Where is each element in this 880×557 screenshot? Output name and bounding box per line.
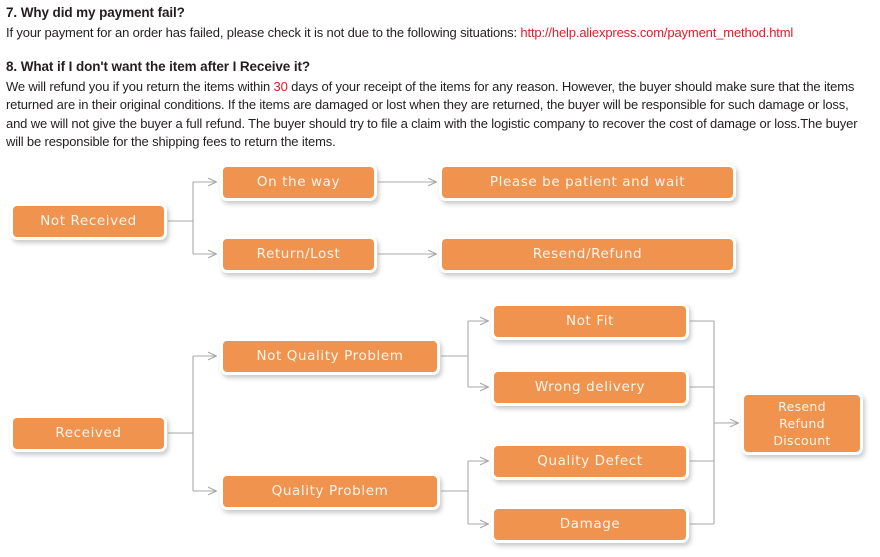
faq-answer-8-days-highlight: 30 [273, 78, 288, 94]
faq-item-7: 7. Why did my payment fail? If your paym… [6, 4, 862, 43]
node-quality-defect[interactable]: Quality Defect [491, 443, 689, 480]
faq-answer-8: We will refund you if you return the ite… [6, 78, 862, 152]
node-not-fit[interactable]: Not Fit [491, 303, 689, 340]
faq-answer-7-text: If your payment for an order has failed,… [6, 25, 521, 40]
node-damage[interactable]: Damage [491, 506, 689, 543]
faq-answer-8-part1: We will refund you if you return the ite… [6, 78, 274, 94]
node-resend-refund[interactable]: Resend/Refund [439, 236, 736, 273]
node-quality-problem[interactable]: Quality Problem [220, 473, 440, 510]
node-not-received[interactable]: Not Received [10, 203, 167, 240]
faq-question-7-heading: 7. Why did my payment fail? [6, 5, 185, 20]
node-return-lost[interactable]: Return/Lost [220, 236, 377, 273]
node-please-be-patient-and-wait[interactable]: Please be patient and wait [439, 164, 736, 201]
node-resend-refund-discount[interactable]: Resend Refund Discount [741, 392, 863, 455]
payment-method-help-link[interactable]: http://help.aliexpress.com/payment_metho… [520, 25, 793, 40]
faq-section: 7. Why did my payment fail? If your paym… [6, 4, 862, 152]
node-received[interactable]: Received [10, 415, 167, 452]
node-not-quality-problem[interactable]: Not Quality Problem [220, 338, 440, 375]
node-wrong-delivery[interactable]: Wrong delivery [491, 369, 689, 406]
faq-question-8-heading: 8. What if I don't want the item after I… [6, 58, 311, 74]
node-on-the-way[interactable]: On the way [220, 164, 377, 201]
faq-item-8: 8. What if I don't want the item after I… [6, 58, 862, 152]
faq-answer-7: If your payment for an order has failed,… [6, 24, 862, 43]
